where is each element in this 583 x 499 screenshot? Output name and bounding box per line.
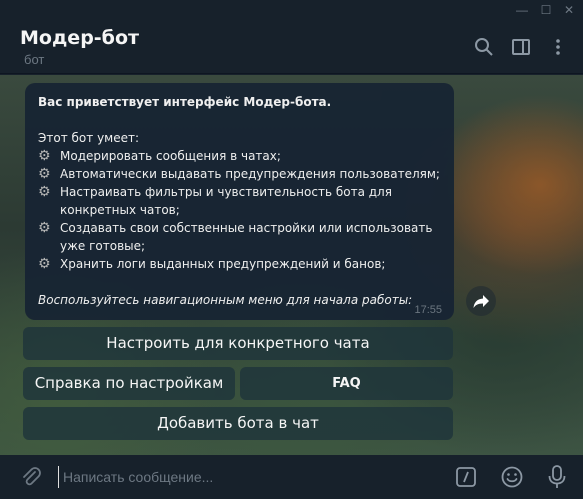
- message-input[interactable]: Написать сообщение...: [58, 466, 428, 488]
- gear-icon: ⚙: [38, 256, 51, 272]
- message-composer: Написать сообщение...: [0, 455, 583, 499]
- search-icon[interactable]: [474, 37, 494, 57]
- maximize-button[interactable]: ☐: [537, 2, 555, 18]
- chat-subtitle: бот: [24, 52, 45, 67]
- chat-header: Модер-бот бот: [0, 20, 583, 74]
- keyboard-button-faq[interactable]: FAQ: [240, 367, 453, 400]
- list-item: ⚙ Создавать свои собственные настройки и…: [38, 220, 433, 253]
- list-item: ⚙ Автоматически выдавать предупреждения …: [38, 166, 440, 182]
- list-item: ⚙ Модерировать сообщения в чатах;: [38, 148, 281, 164]
- gear-icon: ⚙: [38, 148, 51, 164]
- list-item: ⚙ Настраивать фильтры и чувствительность…: [38, 184, 392, 217]
- keyboard-button-settings-help[interactable]: Справка по настройкам: [23, 367, 235, 400]
- keyboard-button-add-bot[interactable]: Добавить бота в чат: [23, 407, 453, 440]
- close-button[interactable]: ✕: [560, 2, 578, 18]
- share-icon: [473, 295, 489, 308]
- emoji-icon[interactable]: [500, 465, 524, 494]
- gear-icon: ⚙: [38, 220, 51, 236]
- message-intro: Этот бот умеет:: [38, 131, 140, 145]
- chat-area: Вас приветствует интерфейс Модер-бота. Э…: [0, 75, 583, 455]
- more-vertical-icon[interactable]: [548, 37, 568, 57]
- attach-icon[interactable]: [20, 466, 42, 493]
- message-time: 17:55: [414, 304, 442, 316]
- chat-title[interactable]: Модер-бот: [20, 27, 139, 49]
- minimize-button[interactable]: —: [513, 2, 531, 18]
- list-item: ⚙ Хранить логи выданных предупреждений и…: [38, 256, 386, 272]
- microphone-icon[interactable]: [546, 464, 568, 495]
- gear-icon: ⚙: [38, 166, 51, 182]
- keyboard-button-configure-chat[interactable]: Настроить для конкретного чата: [23, 327, 453, 360]
- message-greeting: Вас приветствует интерфейс Модер-бота.: [38, 95, 332, 109]
- window-titlebar: — ☐ ✕: [0, 0, 583, 20]
- message-text: Вас приветствует интерфейс Модер-бота. Э…: [38, 93, 443, 309]
- share-button[interactable]: [466, 286, 496, 316]
- gear-icon: ⚙: [38, 184, 51, 200]
- commands-icon[interactable]: [455, 466, 477, 493]
- bot-message-bubble: Вас приветствует интерфейс Модер-бота. Э…: [25, 83, 454, 320]
- sidebar-toggle-icon[interactable]: [511, 37, 531, 57]
- message-footer: Воспользуйтесь навигационным меню для на…: [38, 293, 413, 307]
